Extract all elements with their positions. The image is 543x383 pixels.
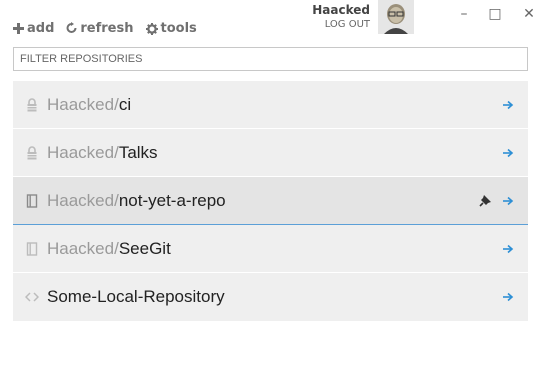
minimize-button[interactable]: – [456,6,472,22]
repo-owner: Haacked/ [47,142,119,162]
book-icon [13,193,47,208]
lock-icon [13,97,47,112]
repository-list: Haacked/ci Haacked/Talks Haacked/not-yet… [13,81,528,321]
repo-row-ci[interactable]: Haacked/ci [13,81,528,129]
repo-name: Haacked/ci [47,95,131,115]
app-window: add refresh tools Haacked LOG OUT – □ ✕ … [0,0,543,383]
repo-owner: Haacked/ [47,190,119,210]
repo-title: not-yet-a-repo [118,190,226,210]
avatar [378,0,414,34]
arrow-right-icon[interactable] [502,144,514,163]
repo-owner: Haacked/ [47,238,119,258]
refresh-icon [66,22,77,35]
repo-row-some-local-repository[interactable]: Some-Local-Repository [13,273,528,321]
maximize-button[interactable]: □ [487,6,503,22]
repo-name: Some-Local-Repository [47,287,225,307]
lock-icon [13,145,47,160]
arrow-right-icon[interactable] [502,192,514,211]
repo-name: Haacked/SeeGit [47,239,171,259]
refresh-label: refresh [80,21,134,36]
filter-input[interactable] [13,47,528,71]
tools-label: tools [160,21,197,36]
repo-row-talks[interactable]: Haacked/Talks [13,129,528,177]
add-label: add [27,21,55,36]
repo-row-seegit[interactable]: Haacked/SeeGit [13,225,528,273]
repo-row-not-yet-a-repo[interactable]: Haacked/not-yet-a-repo [13,177,528,225]
toolbar: add refresh tools [13,21,197,36]
repo-owner: Haacked/ [47,94,119,114]
repo-title: SeeGit [118,238,171,258]
arrow-right-icon[interactable] [502,288,514,307]
plus-icon [13,23,24,34]
arrow-right-icon[interactable] [502,96,514,115]
arrow-right-icon[interactable] [502,240,514,259]
code-icon [13,291,47,303]
repo-title: Talks [118,142,158,162]
book-icon [13,241,47,256]
username: Haacked [312,3,370,17]
repo-name: Haacked/not-yet-a-repo [47,191,226,211]
add-button[interactable]: add [13,21,54,36]
refresh-button[interactable]: refresh [66,21,134,36]
close-button[interactable]: ✕ [521,6,537,22]
repo-title: Some-Local-Repository [47,287,225,306]
pin-icon[interactable] [479,192,492,211]
repo-title: ci [118,94,132,114]
tools-button[interactable]: tools [145,21,197,36]
gear-icon [145,22,158,35]
user-info: Haacked LOG OUT [310,3,370,33]
repo-name: Haacked/Talks [47,143,158,163]
logout-link[interactable]: LOG OUT [310,17,370,33]
